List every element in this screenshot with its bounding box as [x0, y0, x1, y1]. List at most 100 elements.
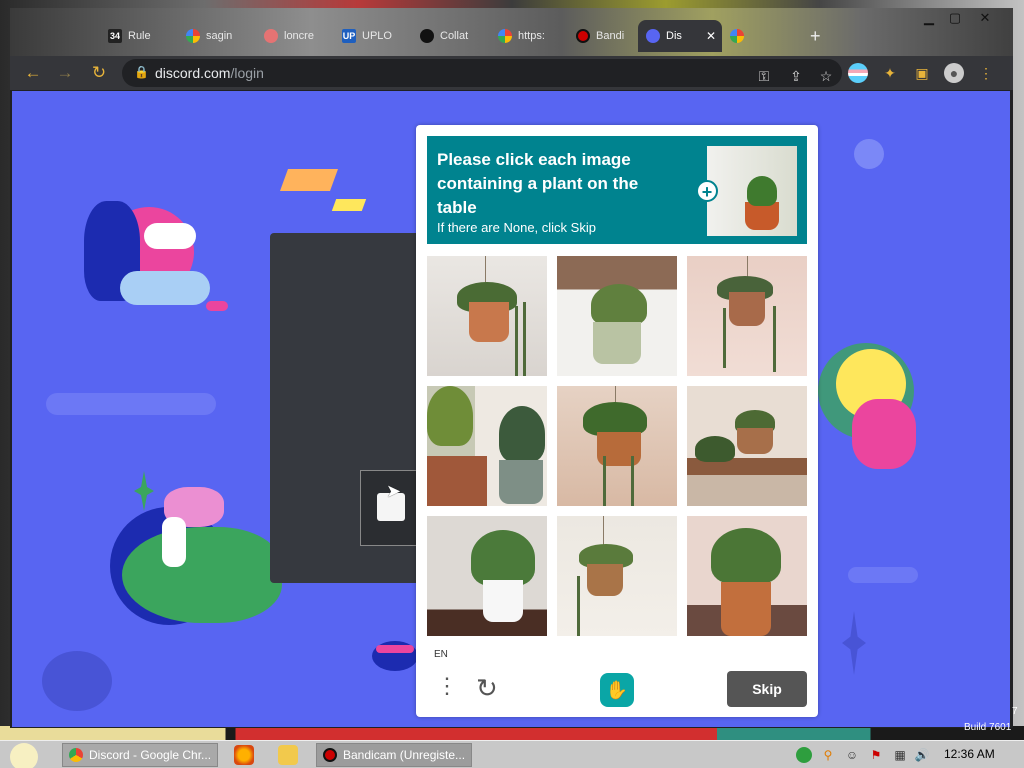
challenge-image-grid — [427, 256, 807, 636]
record-icon — [576, 29, 590, 43]
tab-google-sagin[interactable]: sagin — [178, 20, 256, 52]
url-domain: discord.com — [155, 65, 231, 81]
lock-icon: 🔒 — [134, 65, 149, 79]
hcaptcha-challenge: Please click each image containing a pla… — [416, 125, 818, 717]
expand-example-icon[interactable]: + — [696, 180, 718, 202]
firefox-icon[interactable] — [234, 745, 254, 765]
folder-icon[interactable] — [278, 745, 298, 765]
url-text[interactable]: discord.com/login — [155, 65, 264, 81]
url-path: /login — [230, 65, 264, 81]
side-panel-icon[interactable]: ▣ — [912, 63, 932, 83]
tab-upload[interactable]: UP UPLO — [334, 20, 412, 52]
tab-label: UPLO — [362, 30, 392, 42]
tab-app[interactable]: loncre — [256, 20, 334, 52]
tab-bandicam[interactable]: Bandi — [568, 20, 646, 52]
illustration-bowl-creature — [372, 631, 420, 671]
taskbar-item-label: Bandicam (Unregiste... — [343, 748, 466, 762]
challenge-image[interactable] — [427, 516, 547, 636]
network-icon[interactable]: ▦ — [892, 747, 908, 763]
sparkle-icon — [842, 611, 866, 675]
emoji-icon[interactable]: ☺ — [844, 747, 860, 763]
cloud-decoration — [848, 567, 918, 583]
reload-icon[interactable]: ↻ — [88, 62, 110, 84]
mouse-cursor-icon: ➤ — [386, 481, 402, 501]
action-center-icon[interactable]: ⚑ — [868, 747, 884, 763]
upload-icon: UP — [342, 29, 356, 43]
cloud-decoration — [46, 393, 216, 415]
record-icon — [323, 748, 337, 762]
tab-label: Bandi — [596, 30, 625, 42]
back-icon[interactable]: ← — [22, 62, 44, 84]
app-icon — [264, 29, 278, 43]
tab-label: Rule — [128, 30, 151, 42]
illustration-reading-character — [80, 201, 230, 351]
bookmark-star-icon[interactable]: ☆ — [816, 66, 836, 86]
close-window-icon[interactable]: ✕ — [972, 10, 998, 26]
challenge-image[interactable] — [557, 516, 677, 636]
tab-label: https: — [518, 30, 545, 42]
taskbar-item-chrome[interactable]: Discord - Google Chr... — [62, 743, 218, 767]
challenge-subtitle: If there are None, click Skip — [437, 220, 596, 235]
discord-icon — [646, 29, 660, 43]
challenge-image[interactable] — [427, 256, 547, 376]
more-options-icon[interactable]: ⋮ — [436, 675, 458, 697]
tab-label: sagin — [206, 30, 233, 42]
tab-label: Dis — [666, 30, 682, 42]
challenge-image[interactable] — [427, 386, 547, 506]
challenge-image[interactable] — [557, 386, 677, 506]
tab-rule[interactable]: 34 Rule — [100, 20, 178, 52]
illustration-shadow — [42, 651, 112, 711]
tab-github[interactable]: Collat — [412, 20, 490, 52]
illustration-headphone-creature — [108, 487, 288, 637]
refresh-icon[interactable]: ↻ — [476, 673, 498, 704]
hcaptcha-logo-icon[interactable]: ✋ — [600, 673, 634, 707]
address-bar[interactable]: 🔒 discord.com/login ⚿ ⇪ ☆ — [122, 59, 842, 87]
maximize-icon[interactable]: ▢ — [942, 10, 968, 26]
taskbar: Discord - Google Chr... Bandicam (Unregi… — [0, 740, 1024, 768]
clock[interactable]: 12:36 AM — [944, 747, 995, 761]
taskbar-item-bandicam[interactable]: Bandicam (Unregiste... — [316, 743, 472, 767]
tab-label: loncre — [284, 30, 314, 42]
example-image[interactable] — [707, 146, 797, 236]
tray-status-icon[interactable] — [796, 747, 812, 763]
google-icon — [730, 29, 744, 43]
account-icon[interactable]: ● — [944, 63, 964, 83]
challenge-prompt: Please click each image containing a pla… — [437, 150, 639, 217]
profile-flag-icon[interactable] — [848, 63, 868, 83]
taskbar-item-label: Discord - Google Chr... — [89, 748, 212, 762]
language-selector[interactable]: EN — [434, 649, 448, 660]
challenge-image[interactable] — [687, 256, 807, 376]
skip-button[interactable]: Skip — [727, 671, 807, 707]
browser-toolbar: ← → ↻ 🔒 discord.com/login ⚿ ⇪ ☆ ✦ ▣ ● ⋮ — [10, 56, 1013, 90]
close-tab-icon[interactable]: ✕ — [706, 29, 716, 43]
tab-google-blank[interactable] — [722, 20, 782, 52]
windows-build-label: Build 7601 — [964, 722, 1012, 733]
start-orb-icon — [10, 743, 38, 768]
illustration-yellow-character — [816, 339, 926, 489]
google-icon — [498, 29, 512, 43]
challenge-header: Please click each image containing a pla… — [427, 136, 807, 244]
tab-discord[interactable]: Dis ✕ — [638, 20, 722, 52]
illustration-flying-book — [279, 169, 339, 191]
google-icon — [186, 29, 200, 43]
challenge-footer: EN ⋮ ↻ ✋ Skip — [416, 645, 818, 717]
tab-strip: 34 Rule sagin loncre UP UPLO Collat http… — [10, 8, 1013, 56]
extensions-icon[interactable]: ✦ — [880, 63, 900, 83]
menu-icon[interactable]: ⋮ — [976, 63, 996, 83]
forward-icon[interactable]: → — [54, 62, 76, 84]
volume-icon[interactable]: 🔊 — [914, 747, 930, 763]
tab-google-https[interactable]: https: — [490, 20, 568, 52]
tab-label: Collat — [440, 30, 469, 42]
share-icon[interactable]: ⇪ — [786, 66, 806, 86]
number-icon: 34 — [108, 29, 122, 43]
challenge-image[interactable] — [687, 386, 807, 506]
key-icon[interactable]: ⚿ — [754, 66, 774, 86]
search-icon[interactable]: ⚲ — [820, 747, 836, 763]
new-tab-icon[interactable]: + — [810, 26, 821, 47]
challenge-image[interactable] — [557, 256, 677, 376]
minimize-icon[interactable]: ▁ — [916, 10, 942, 26]
desktop-wallpaper-strip — [0, 726, 1024, 740]
start-button[interactable] — [2, 741, 48, 768]
chrome-icon — [69, 748, 83, 762]
challenge-image[interactable] — [687, 516, 807, 636]
